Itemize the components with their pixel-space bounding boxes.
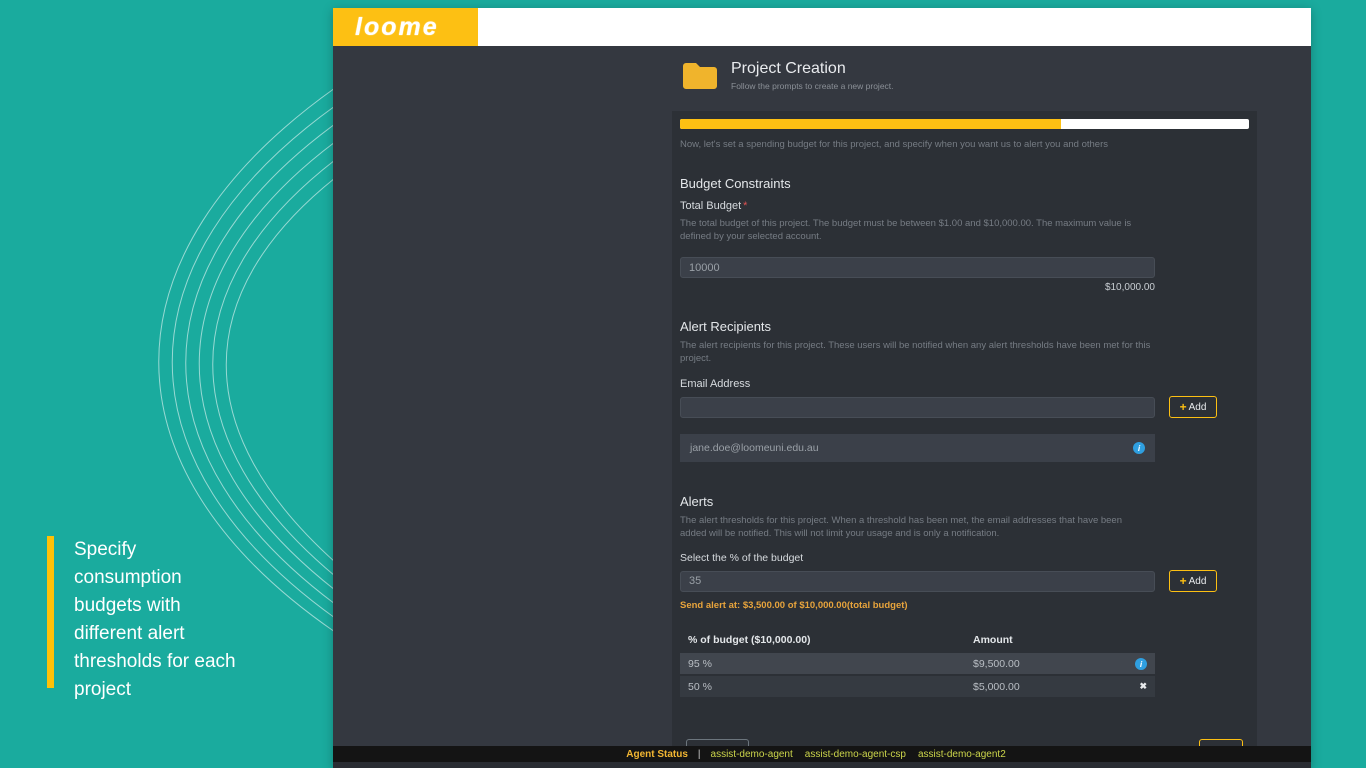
threshold-table: % of budget ($10,000.00) Amount 95 % $9,… (680, 629, 1155, 697)
agent-link[interactable]: assist-demo-agent-csp (805, 749, 906, 760)
recipient-email: jane.doe@loomeuni.edu.au (690, 442, 819, 454)
agent-link[interactable]: assist-demo-agent2 (918, 749, 1006, 760)
window-bottom-strip (333, 762, 1311, 768)
email-input-row: + Add (680, 396, 1249, 418)
recipient-item: jane.doe@loomeuni.edu.au i (680, 434, 1155, 462)
folder-icon (683, 62, 717, 89)
alerts-heading: Alerts (680, 494, 714, 509)
caption-accent-bar (47, 536, 54, 688)
plus-icon: + (1179, 400, 1187, 414)
page-header-text: Project Creation Follow the prompts to c… (731, 60, 894, 91)
percent-input[interactable] (680, 570, 1155, 592)
total-budget-formatted: $10,000.00 (1104, 282, 1155, 293)
close-icon[interactable]: ✖ (1139, 681, 1147, 692)
threshold-table-header: % of budget ($10,000.00) Amount (680, 629, 1155, 651)
plus-icon: + (1179, 574, 1187, 588)
alert-recipients-heading: Alert Recipients (680, 319, 772, 334)
next-button[interactable]: Next (1199, 739, 1243, 746)
row-percent: 95 % (688, 657, 712, 670)
status-separator: | (697, 748, 701, 760)
loome-logo: Loome (333, 8, 478, 46)
wizard-intro-text: Now, let's set a spending budget for thi… (680, 139, 1108, 150)
col-header-amount: Amount (973, 634, 1013, 646)
add-threshold-label: Add (1188, 575, 1207, 587)
wizard-footer: Previous Next (680, 739, 1249, 746)
agent-link[interactable]: assist-demo-agent (711, 749, 793, 760)
row-percent: 50 % (688, 680, 712, 693)
page-subtitle: Follow the prompts to create a new proje… (731, 81, 894, 91)
email-address-label: Email Address (680, 378, 751, 390)
wizard-card: Now, let's set a spending budget for thi… (672, 111, 1257, 746)
agent-status-label: Agent Status (626, 748, 688, 760)
total-budget-label-text: Total Budget (680, 200, 742, 212)
total-budget-label: Total Budget * (680, 200, 1249, 212)
budget-constraints-heading: Budget Constraints (680, 176, 791, 191)
progress-bar (680, 119, 1249, 129)
main-content: Project Creation Follow the prompts to c… (333, 46, 1311, 746)
total-budget-help: The total budget of this project. The bu… (680, 218, 1132, 242)
email-input[interactable] (680, 396, 1155, 418)
col-header-percent: % of budget ($10,000.00) (688, 634, 811, 646)
marketing-caption: Specify consumption budgets with differe… (47, 536, 244, 704)
total-budget-input[interactable] (680, 257, 1155, 278)
info-icon[interactable]: i (1133, 442, 1145, 454)
app-window: Loome Project Creation Follow the prompt… (333, 8, 1311, 768)
loome-logo-text: Loome (355, 12, 439, 41)
add-threshold-button[interactable]: + Add (1169, 570, 1217, 592)
add-recipient-label: Add (1188, 401, 1207, 413)
recipient-list: jane.doe@loomeuni.edu.au i (680, 434, 1155, 462)
info-icon[interactable]: i (1135, 657, 1147, 670)
table-row: 50 % $5,000.00 ✖ (680, 676, 1155, 697)
top-bar-spacer (478, 8, 1311, 46)
agent-status-bar: Agent Status | assist-demo-agent assist-… (333, 746, 1311, 762)
page-title: Project Creation (731, 60, 846, 77)
alert-preview-text: Send alert at: $3,500.00 of $10,000.00(t… (680, 600, 908, 611)
percent-input-row: +Add (680, 570, 1249, 592)
previous-button[interactable]: Previous (686, 739, 749, 746)
alerts-help: The alert thresholds for this project. W… (680, 515, 1123, 539)
total-budget-field-wrap (680, 257, 1155, 278)
progress-bar-fill (680, 119, 1062, 129)
caption-text: Specify consumption budgets with differe… (74, 539, 236, 700)
alert-recipients-help: The alert recipients for this project. T… (680, 340, 1151, 364)
top-bar: Loome (333, 8, 1311, 46)
row-amount: $5,000.00 (973, 680, 1020, 693)
percent-label: Select the % of the budget (680, 552, 804, 564)
table-row: 95 % $9,500.00 i (680, 653, 1155, 674)
row-amount: $9,500.00 (973, 657, 1020, 670)
required-marker: * (743, 200, 748, 212)
page-header: Project Creation Follow the prompts to c… (681, 60, 1311, 91)
add-recipient-button[interactable]: + Add (1169, 396, 1217, 418)
